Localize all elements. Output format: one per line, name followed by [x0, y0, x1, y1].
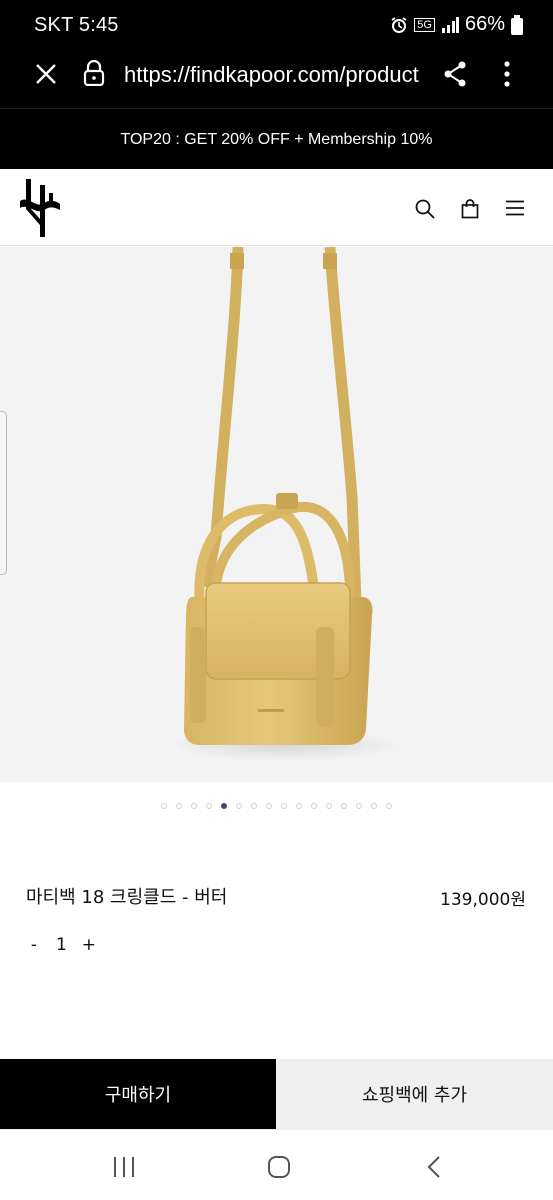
carousel-dots[interactable] [0, 800, 553, 812]
product-name: 마티백 18 크링클드 - 버터 [26, 887, 228, 908]
home-icon[interactable] [267, 1155, 291, 1179]
status-icons: 5G 66% [390, 13, 523, 36]
quantity-increase-button[interactable]: + [81, 935, 97, 955]
carousel-dot[interactable] [311, 803, 317, 809]
battery-percent: 66% [464, 13, 505, 35]
close-icon[interactable] [34, 62, 58, 86]
battery-icon [511, 14, 523, 35]
carousel-dot[interactable] [326, 803, 332, 809]
back-icon[interactable] [426, 1155, 442, 1179]
network-badge: 5G [414, 17, 435, 32]
product-price: 139,000원 [440, 890, 526, 910]
quantity-decrease-button[interactable]: - [26, 935, 42, 955]
carousel-dot[interactable] [161, 803, 167, 809]
recent-apps-icon[interactable] [112, 1156, 136, 1178]
carousel-dot[interactable] [176, 803, 182, 809]
alarm-icon [391, 16, 407, 33]
quantity-stepper: - 1 + [26, 935, 97, 955]
bag-icon[interactable] [461, 199, 479, 219]
lock-icon[interactable] [83, 60, 105, 86]
carousel-dot[interactable] [341, 803, 347, 809]
share-icon[interactable] [443, 61, 467, 87]
signal-icon [441, 16, 459, 33]
carousel-dot[interactable] [296, 803, 302, 809]
product-image[interactable] [0, 247, 553, 782]
site-header [0, 169, 553, 246]
status-bar: SKT 5:45 5G 66% [0, 0, 553, 50]
carousel-dot[interactable] [266, 803, 272, 809]
search-icon[interactable] [415, 199, 435, 219]
browser-toolbar: https://findkapoor.com/product [0, 50, 553, 108]
carousel-dot[interactable] [356, 803, 362, 809]
more-options-icon[interactable] [503, 60, 511, 88]
carousel-dot[interactable] [236, 803, 242, 809]
carousel-dot[interactable] [206, 803, 212, 809]
purchase-actions: 구매하기 쇼핑백에 추가 [0, 1059, 553, 1129]
side-drawer-handle[interactable] [0, 411, 7, 575]
bag-illustration [170, 247, 400, 761]
quantity-value: 1 [56, 935, 67, 955]
carousel-dot[interactable] [251, 803, 257, 809]
promo-banner[interactable]: TOP20 : GET 20% OFF + Membership 10% [0, 108, 553, 169]
carrier-time: SKT 5:45 [34, 14, 119, 36]
carousel-dot[interactable] [371, 803, 377, 809]
add-to-bag-button[interactable]: 쇼핑백에 추가 [276, 1059, 553, 1129]
carousel-dot[interactable] [221, 803, 227, 809]
carousel-dot[interactable] [281, 803, 287, 809]
buy-now-button[interactable]: 구매하기 [0, 1059, 276, 1129]
carousel-dot[interactable] [191, 803, 197, 809]
menu-icon[interactable] [506, 200, 524, 216]
logo-icon[interactable] [18, 179, 62, 237]
system-nav-bar [0, 1129, 553, 1200]
carousel-dot[interactable] [386, 803, 392, 809]
url-field[interactable]: https://findkapoor.com/product [124, 62, 420, 88]
